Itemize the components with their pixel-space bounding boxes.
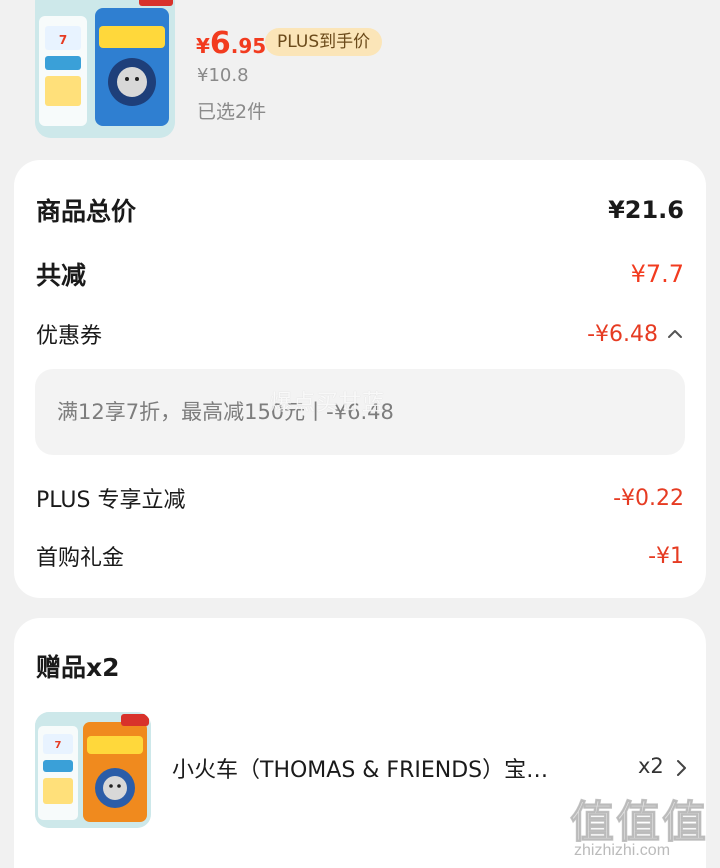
coupon-toggle[interactable]: -¥6.48	[587, 322, 684, 347]
price-decimal: .95	[230, 34, 267, 58]
svg-text:7: 7	[59, 33, 67, 47]
first-purchase-label: 首购礼金	[36, 546, 125, 571]
total-price-value: ¥21.6	[608, 196, 684, 224]
total-price-label: 商品总价	[36, 197, 137, 226]
plus-discount-value: -¥0.22	[613, 485, 684, 511]
coupon-row[interactable]: 优惠券 -¥6.48	[36, 316, 684, 352]
plus-discount-label: PLUS 专享立减	[36, 488, 186, 513]
product-image[interactable]: 7	[35, 0, 175, 138]
original-price: ¥10.8	[197, 65, 249, 86]
gift-title: 赠品x2	[36, 653, 120, 682]
product-strip: 7 ¥ 6 .95 PLUS到手价 ¥10.8 已选2件	[0, 0, 720, 150]
total-reduction-value: ¥7.7	[630, 260, 684, 288]
first-purchase-value: -¥1	[648, 543, 684, 569]
price-integer: 6	[209, 26, 231, 61]
svg-text:7: 7	[55, 740, 62, 751]
thomas-friends-toy-box-image: 7	[35, 0, 175, 138]
gift-quantity: x2	[638, 754, 664, 778]
chevron-up-icon	[668, 330, 682, 338]
selected-count: 已选2件	[197, 101, 267, 123]
first-purchase-row: 首购礼金 -¥1	[36, 538, 684, 574]
price-currency: ¥	[196, 34, 210, 58]
plus-price-badge: PLUS到手价	[265, 28, 383, 56]
total-reduction-label: 共减	[36, 261, 87, 290]
price-summary-card: 商品总价 ¥21.6 共减 ¥7.7 优惠券 -¥6.48 满12享7折，最高减…	[14, 160, 706, 598]
current-price: ¥ 6 .95	[196, 26, 266, 61]
coupon-label: 优惠券	[36, 324, 103, 349]
gift-image[interactable]: 7	[35, 712, 151, 828]
site-logo: 值值值	[570, 797, 708, 849]
total-price-row: 商品总价 ¥21.6	[36, 190, 684, 230]
coupon-value: -¥6.48	[587, 321, 658, 347]
plus-discount-row: PLUS 专享立减 -¥0.22	[36, 480, 684, 516]
chevron-right-icon[interactable]	[674, 758, 688, 778]
site-url: zhizhizhi.com	[574, 842, 671, 859]
gift-name[interactable]: 小火车（THOMAS & FRIENDS）宝…	[172, 752, 582, 784]
total-reduction-row: 共减 ¥7.7	[36, 254, 684, 294]
watermark-text: 爆点买甘蓝	[270, 391, 386, 416]
gift-product-image: 7	[35, 712, 151, 828]
